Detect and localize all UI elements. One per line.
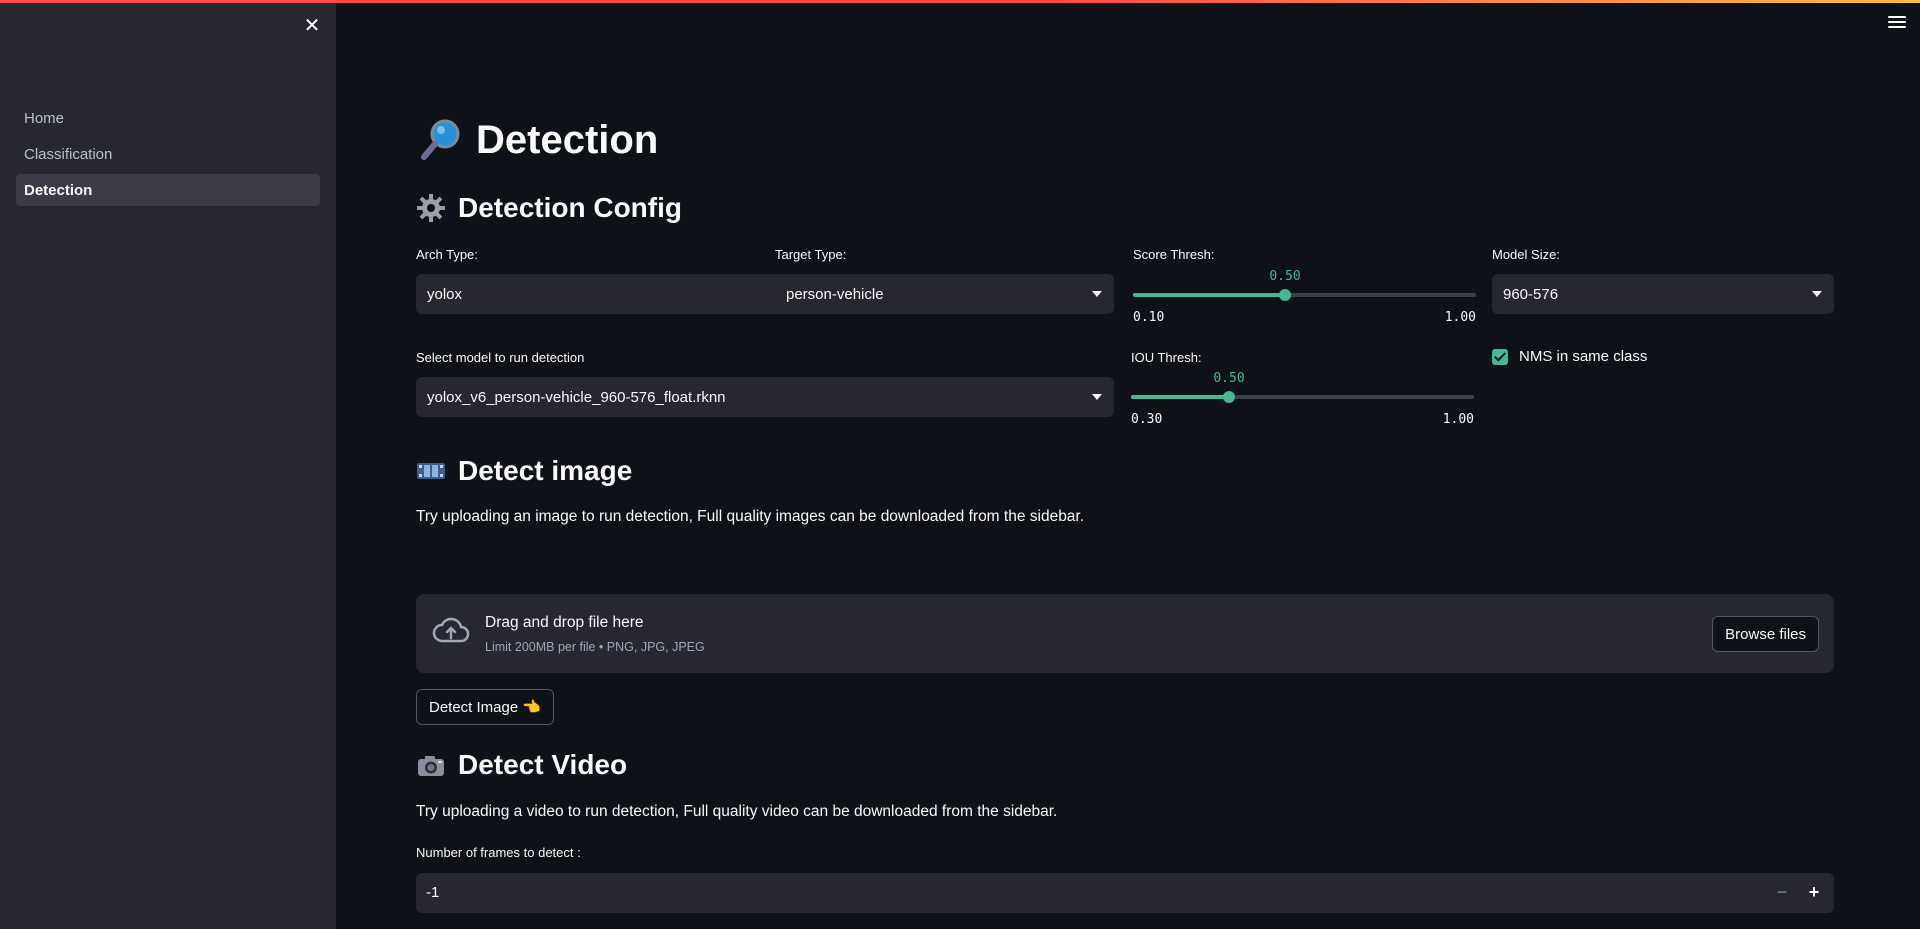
detect-image-description: Try uploading an image to run detection,… (416, 508, 1085, 525)
sidebar-item-home[interactable]: Home (16, 102, 320, 134)
file-dropzone[interactable]: Drag and drop file here Limit 200MB per … (416, 594, 1834, 673)
nms-checkbox[interactable]: NMS in same class (1492, 348, 1647, 365)
config-heading-text: Detection Config (458, 192, 682, 223)
slider-thumb[interactable] (1223, 391, 1235, 403)
model-select[interactable]: yolox_v6_person-vehicle_960-576_float.rk… (416, 377, 1114, 417)
sidebar-item-label: Detection (24, 181, 93, 199)
page-title-text: Detection (476, 117, 659, 162)
magnifier-icon (416, 116, 464, 164)
sidebar-nav: Home Classification Detection (16, 102, 320, 210)
slider-min: 0.10 (1133, 310, 1165, 325)
model-select-label: Select model to run detection (416, 350, 585, 365)
arch-type-value: yolox (427, 285, 463, 303)
slider-min: 0.30 (1131, 412, 1163, 427)
plus-icon[interactable]: + (1802, 881, 1826, 905)
sidebar: ✕ Home Classification Detection (0, 0, 336, 929)
target-type-select[interactable]: person-vehicle (775, 274, 1114, 314)
detect-image-heading-text: Detect image (458, 455, 633, 486)
minus-icon[interactable]: − (1770, 881, 1794, 905)
gear-icon (416, 193, 446, 223)
chevron-down-icon (1092, 291, 1102, 297)
frames-number-input[interactable]: -1 − + (416, 873, 1834, 913)
model-size-select[interactable]: 960-576 (1492, 274, 1834, 314)
config-heading: Detection Config (416, 192, 682, 224)
sidebar-item-label: Home (24, 109, 65, 127)
sidebar-item-classification[interactable]: Classification (16, 138, 320, 170)
score-thresh-label: Score Thresh: (1133, 247, 1215, 262)
page-title: Detection (416, 116, 658, 164)
detect-video-description: Try uploading a video to run detection, … (416, 803, 1058, 820)
target-type-value: person-vehicle (786, 285, 884, 303)
frames-value[interactable]: -1 (426, 884, 439, 901)
cloud-upload-icon (432, 616, 470, 646)
model-select-value: yolox_v6_person-vehicle_960-576_float.rk… (427, 388, 726, 406)
detect-image-button[interactable]: Detect Image 👈 (416, 689, 555, 725)
checkbox-checked-icon[interactable] (1492, 348, 1508, 365)
nms-checkbox-label: NMS in same class (1519, 348, 1648, 365)
sidebar-item-label: Classification (24, 145, 113, 163)
detect-image-heading: Detect image (416, 455, 632, 487)
detect-video-heading-text: Detect Video (458, 749, 628, 780)
model-size-label: Model Size: (1492, 247, 1560, 262)
close-icon[interactable]: ✕ (300, 14, 324, 38)
frames-label: Number of frames to detect : (416, 845, 581, 860)
browse-files-button[interactable]: Browse files (1712, 616, 1819, 652)
arch-type-label: Arch Type: (416, 247, 478, 262)
dropzone-limit: Limit 200MB per file • PNG, JPG, JPEG (485, 640, 705, 654)
target-type-label: Target Type: (775, 247, 847, 262)
slider-thumb[interactable] (1279, 289, 1291, 301)
top-decoration-bar (0, 0, 1920, 3)
slider-max: 1.00 (1444, 310, 1476, 325)
dropzone-title: Drag and drop file here (485, 614, 644, 631)
main-menu-icon[interactable] (1888, 16, 1906, 30)
slider-value: 0.50 (1213, 371, 1245, 386)
slider-value: 0.50 (1269, 269, 1301, 284)
detect-video-heading: Detect Video (416, 749, 627, 781)
slider-max: 1.00 (1442, 412, 1474, 427)
main-content: Detection Detection Config Arch Type: yo… (416, 0, 1834, 929)
iou-thresh-label: IOU Thresh: (1131, 350, 1202, 365)
model-size-value: 960-576 (1503, 285, 1559, 303)
chevron-down-icon (1812, 291, 1822, 297)
film-icon (416, 456, 446, 486)
chevron-down-icon (1092, 394, 1102, 400)
camera-icon (416, 750, 446, 780)
sidebar-item-detection[interactable]: Detection (16, 174, 320, 206)
